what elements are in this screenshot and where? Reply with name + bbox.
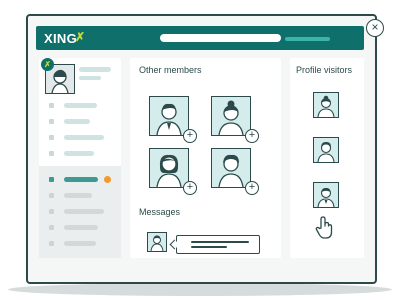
sidebar-item[interactable]	[64, 241, 96, 246]
message-text-line	[191, 246, 227, 248]
message-avatar[interactable]	[147, 232, 167, 252]
message-bubble[interactable]	[176, 235, 260, 254]
profile-name-line	[79, 67, 111, 72]
person-icon	[317, 95, 335, 117]
sidebar-item-active[interactable]	[64, 177, 98, 182]
hand-cursor-icon	[315, 216, 335, 240]
top-navigation-bar: XING ✗	[36, 26, 364, 50]
member-card[interactable]	[149, 148, 189, 188]
notification-dot-icon	[104, 176, 111, 183]
person-icon	[317, 187, 335, 207]
person-icon	[218, 154, 244, 187]
xing-badge-icon: ✗	[41, 58, 54, 71]
messages-title: Messages	[139, 207, 181, 217]
person-icon	[218, 100, 244, 135]
profile-subtitle-line	[79, 76, 101, 80]
sidebar-item-icon	[49, 193, 54, 198]
close-icon[interactable]: ×	[366, 19, 384, 37]
sidebar-item-icon	[49, 209, 54, 214]
sidebar-item[interactable]	[64, 103, 97, 108]
add-contact-icon[interactable]: +	[245, 129, 259, 143]
visitor-card[interactable]	[313, 92, 339, 118]
sidebar-item[interactable]	[64, 225, 98, 230]
visitor-card[interactable]	[313, 137, 339, 163]
members-title: Other members	[139, 65, 202, 75]
sidebar-item-icon	[49, 103, 54, 108]
illustration-canvas: XING ✗ × ✗ Other members + + + + Message…	[0, 0, 400, 300]
person-icon	[317, 141, 335, 162]
xing-logo[interactable]: XING	[44, 31, 77, 46]
person-icon	[156, 103, 182, 135]
nav-link-placeholder[interactable]	[285, 37, 330, 41]
sidebar-item[interactable]	[64, 119, 90, 124]
member-card[interactable]	[149, 96, 189, 136]
search-input[interactable]	[160, 34, 281, 42]
sidebar-item[interactable]	[64, 209, 104, 214]
profile-visitors-title: Profile visitors	[296, 65, 353, 75]
add-contact-icon[interactable]: +	[245, 181, 259, 195]
visitor-card[interactable]	[313, 182, 339, 208]
message-text-line	[191, 241, 249, 243]
sidebar-item-icon	[49, 151, 54, 156]
add-contact-icon[interactable]: +	[183, 181, 197, 195]
sidebar-item-icon	[49, 177, 54, 182]
add-contact-icon[interactable]: +	[183, 129, 197, 143]
sidebar-item[interactable]	[64, 151, 94, 156]
person-icon	[150, 235, 164, 251]
ground-shadow	[8, 283, 392, 296]
sidebar-item-icon	[49, 119, 54, 124]
sidebar-item-icon	[49, 135, 54, 140]
sidebar-item[interactable]	[64, 135, 104, 140]
sidebar-item[interactable]	[64, 193, 92, 198]
sidebar-item-icon	[49, 241, 54, 246]
member-card[interactable]	[211, 148, 251, 188]
person-icon	[156, 154, 182, 187]
xing-logo-icon: ✗	[75, 30, 86, 44]
sidebar-item-icon	[49, 225, 54, 230]
member-card[interactable]	[211, 96, 251, 136]
